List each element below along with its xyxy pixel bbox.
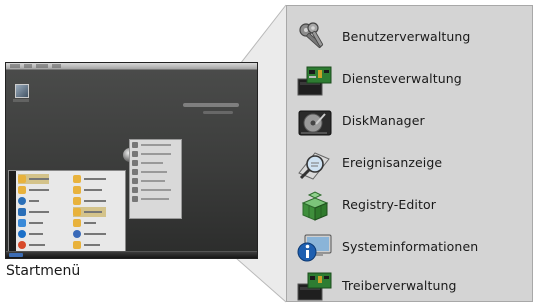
menu-item-ereignisanzeige[interactable]: Ereignisanzeige [287,145,532,183]
menu-item-diskmanager[interactable]: DiskManager [287,103,532,141]
menu-item-diensteverwaltung[interactable]: Diensteverwaltung [287,61,532,99]
desktop-area [6,70,257,258]
start-menu-thumbnail [8,170,126,258]
desktop-brand-logo [183,103,243,117]
menu-item-label: Diensteverwaltung [342,71,462,86]
registry-icon [301,191,329,221]
menu-item-treiberverwaltung[interactable]: Treiberverwaltung [287,268,532,306]
menu-item-label: Treiberverwaltung [342,278,457,293]
system-info-icon [297,234,332,262]
start-menu-right-column [73,174,106,251]
menu-item-label: Systeminformationen [342,239,479,254]
administration-menu-zoom: Benutzerverwaltung Diensteverwaltung Dis… [286,5,533,302]
menu-item-label: Ereignisanzeige [342,155,443,170]
hard-disk-icon [298,110,332,136]
menu-item-registry-editor[interactable]: Registry-Editor [287,187,532,225]
services-icon [297,66,332,96]
desktop-icon [13,84,31,102]
administration-submenu-thumbnail [129,139,182,219]
menu-item-label: Registry-Editor [342,197,436,212]
menu-item-systeminformationen[interactable]: Systeminformationen [287,229,532,267]
menu-item-label: DiskManager [342,113,425,128]
start-button [9,253,23,257]
taskbar [6,251,257,258]
desktop-thumbnail [5,62,258,259]
start-menu-left-column [18,174,49,251]
caption: Startmenü [6,263,81,279]
menu-item-benutzerverwaltung[interactable]: Benutzerverwaltung [287,19,532,57]
keys-icon [299,22,324,49]
thumbnail-titlebar [6,63,257,70]
menu-item-label: Benutzerverwaltung [342,29,471,44]
driver-icon [297,272,332,301]
start-menu-sidebar [9,171,16,257]
event-viewer-icon [298,152,330,180]
